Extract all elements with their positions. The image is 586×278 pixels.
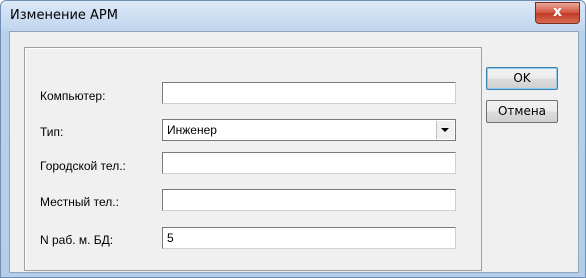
city-phone-label: Городской тел.:	[40, 159, 126, 173]
city-phone-input[interactable]	[162, 152, 456, 174]
workstation-db-input[interactable]	[162, 227, 456, 249]
type-select[interactable]: Инженер	[162, 119, 456, 141]
cancel-button[interactable]: Отмена	[486, 100, 558, 123]
dialog-window: Изменение АРМ x Компьютер: Тип: Инженер …	[0, 0, 586, 278]
window-title: Изменение АРМ	[10, 8, 118, 23]
close-icon: x	[552, 4, 563, 20]
type-select-value: Инженер	[167, 123, 217, 137]
type-label: Тип:	[40, 125, 64, 139]
close-button[interactable]: x	[535, 2, 580, 24]
ok-button[interactable]: OK	[486, 67, 558, 90]
dialog-body: Компьютер: Тип: Инженер Городской тел.: …	[9, 31, 579, 273]
computer-label: Компьютер:	[40, 89, 106, 103]
local-phone-input[interactable]	[162, 189, 456, 211]
computer-input[interactable]	[162, 82, 456, 104]
local-phone-label: Местный тел.:	[40, 195, 119, 209]
chevron-down-icon[interactable]	[436, 121, 454, 139]
title-bar[interactable]: Изменение АРМ x	[1, 1, 585, 31]
workstation-db-label: N раб. м. БД:	[40, 233, 114, 247]
